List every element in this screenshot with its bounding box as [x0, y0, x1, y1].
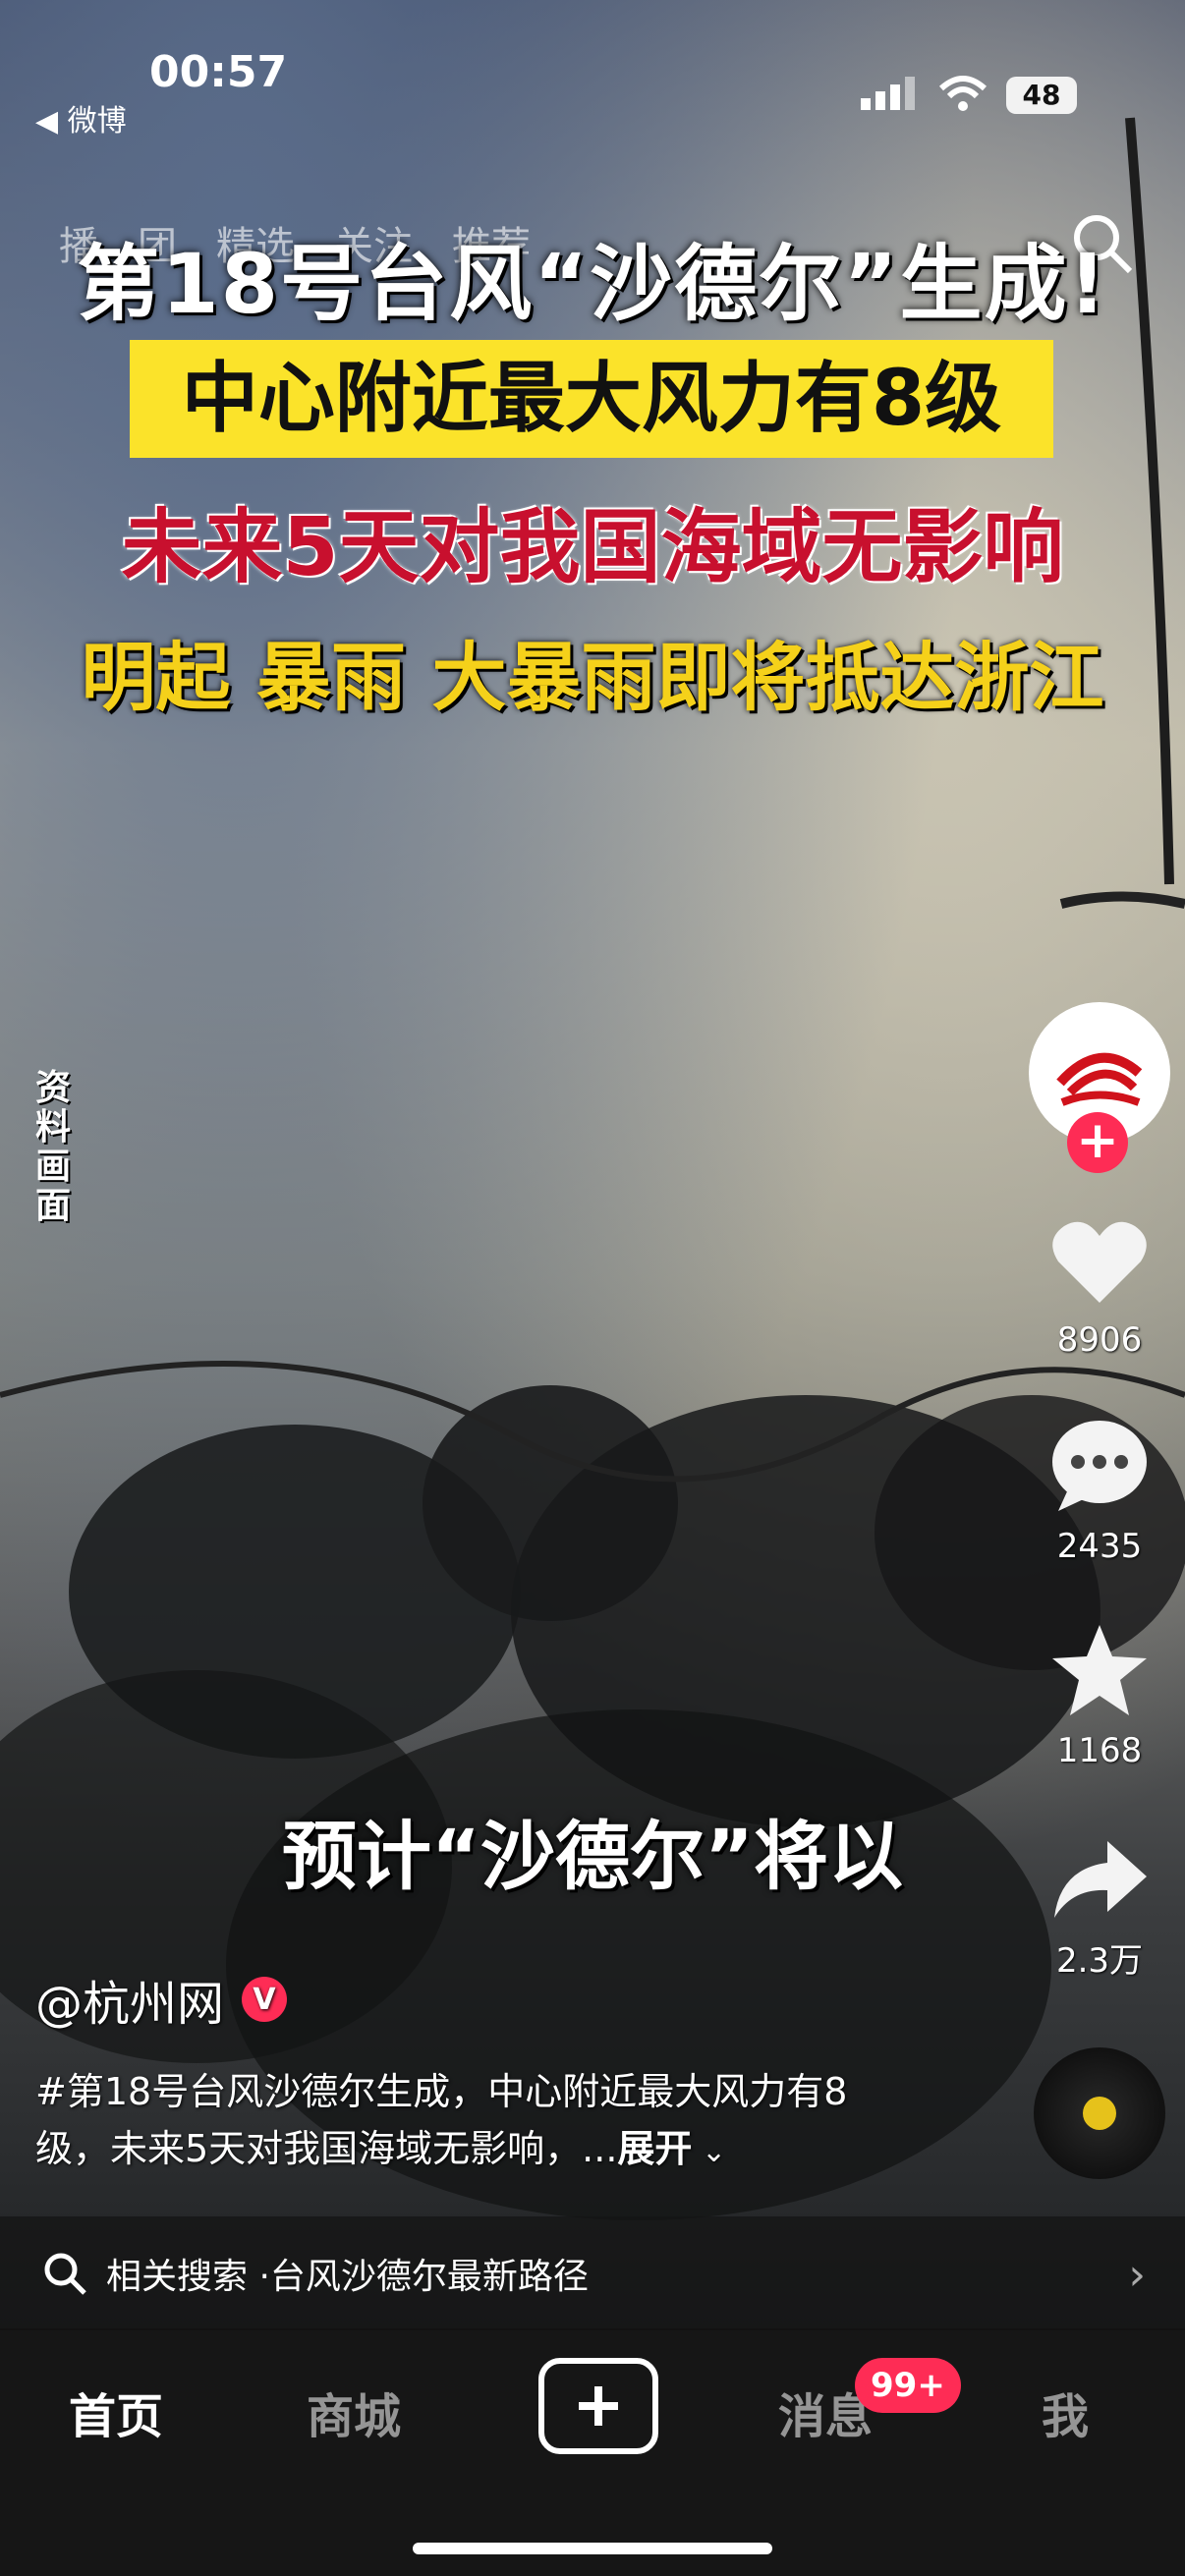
heart-icon: [1052, 1221, 1147, 1303]
video-headline-4: 明起 暴雨 大暴雨即将抵达浙江: [81, 634, 1104, 721]
related-search-bar[interactable]: 相关搜索 · 台风沙德尔最新路径 ›: [0, 2216, 1185, 2330]
comment-count: 2435: [1056, 1527, 1143, 1566]
cellular-signal-icon: [861, 77, 915, 110]
video-subtitle: 预计“沙德尔”将以: [282, 1813, 903, 1900]
back-to-app-link[interactable]: ◀ 微博: [35, 96, 127, 140]
search-icon: [44, 2253, 86, 2295]
chevron-right-icon: ›: [1128, 2250, 1146, 2300]
post-description[interactable]: #第18号台风沙德尔生成，中心附近最大风力有8级，未来5天对我国海域无影响，..…: [35, 2063, 920, 2181]
video-headline-1: 第18号台风“沙德尔”生成!: [77, 236, 1108, 332]
star-icon: [1052, 1625, 1147, 1715]
status-time: 00:57: [149, 47, 288, 97]
favorite-button[interactable]: 1168: [1026, 1623, 1173, 1770]
share-arrow-icon: [1054, 1841, 1147, 1918]
expand-link[interactable]: 展开: [617, 2127, 692, 2170]
nav-me[interactable]: 我: [1042, 2378, 1089, 2446]
video-headline-2: 中心附近最大风力有8级: [130, 340, 1053, 458]
author-logo-icon: [1056, 1052, 1143, 1106]
create-post-button[interactable]: [538, 2358, 658, 2454]
archive-footage-label: 资料画面: [34, 1068, 71, 1226]
author-avatar-wrap: +: [1026, 1002, 1173, 1173]
nav-home[interactable]: 首页: [69, 2378, 163, 2446]
related-search-prefix: 相关搜索 ·: [106, 2257, 270, 2297]
author-row[interactable]: @杭州网 V: [35, 1965, 288, 2034]
share-count: 2.3万: [1055, 1941, 1144, 1981]
plus-icon: [579, 2386, 618, 2426]
verified-badge-icon: V: [242, 1977, 288, 2022]
comment-icon: [1052, 1421, 1147, 1511]
author-name[interactable]: @杭州网: [35, 1965, 224, 2034]
share-button[interactable]: 2.3万: [1026, 1841, 1173, 1982]
music-disc[interactable]: [1034, 2047, 1165, 2179]
wifi-icon: [938, 76, 988, 111]
nav-mall[interactable]: 商城: [307, 2378, 401, 2446]
battery-indicator: 48: [1006, 77, 1077, 114]
favorite-count: 1168: [1056, 1731, 1143, 1770]
follow-button[interactable]: +: [1067, 1112, 1128, 1173]
comment-button[interactable]: 2435: [1026, 1419, 1173, 1566]
like-count: 8906: [1056, 1320, 1143, 1360]
video-headline-3: 未来5天对我国海域无影响: [121, 501, 1064, 594]
bottom-nav: 首页 商城 消息 99+ 我: [0, 2330, 1185, 2576]
home-indicator: [413, 2543, 772, 2554]
music-disc-center: [1083, 2097, 1116, 2130]
messages-badge: 99+: [855, 2358, 961, 2413]
chevron-down-icon: ⌄: [692, 2135, 727, 2169]
related-search-query: 台风沙德尔最新路径: [269, 2257, 589, 2297]
status-icons: [861, 75, 988, 112]
like-button[interactable]: 8906: [1026, 1218, 1173, 1360]
